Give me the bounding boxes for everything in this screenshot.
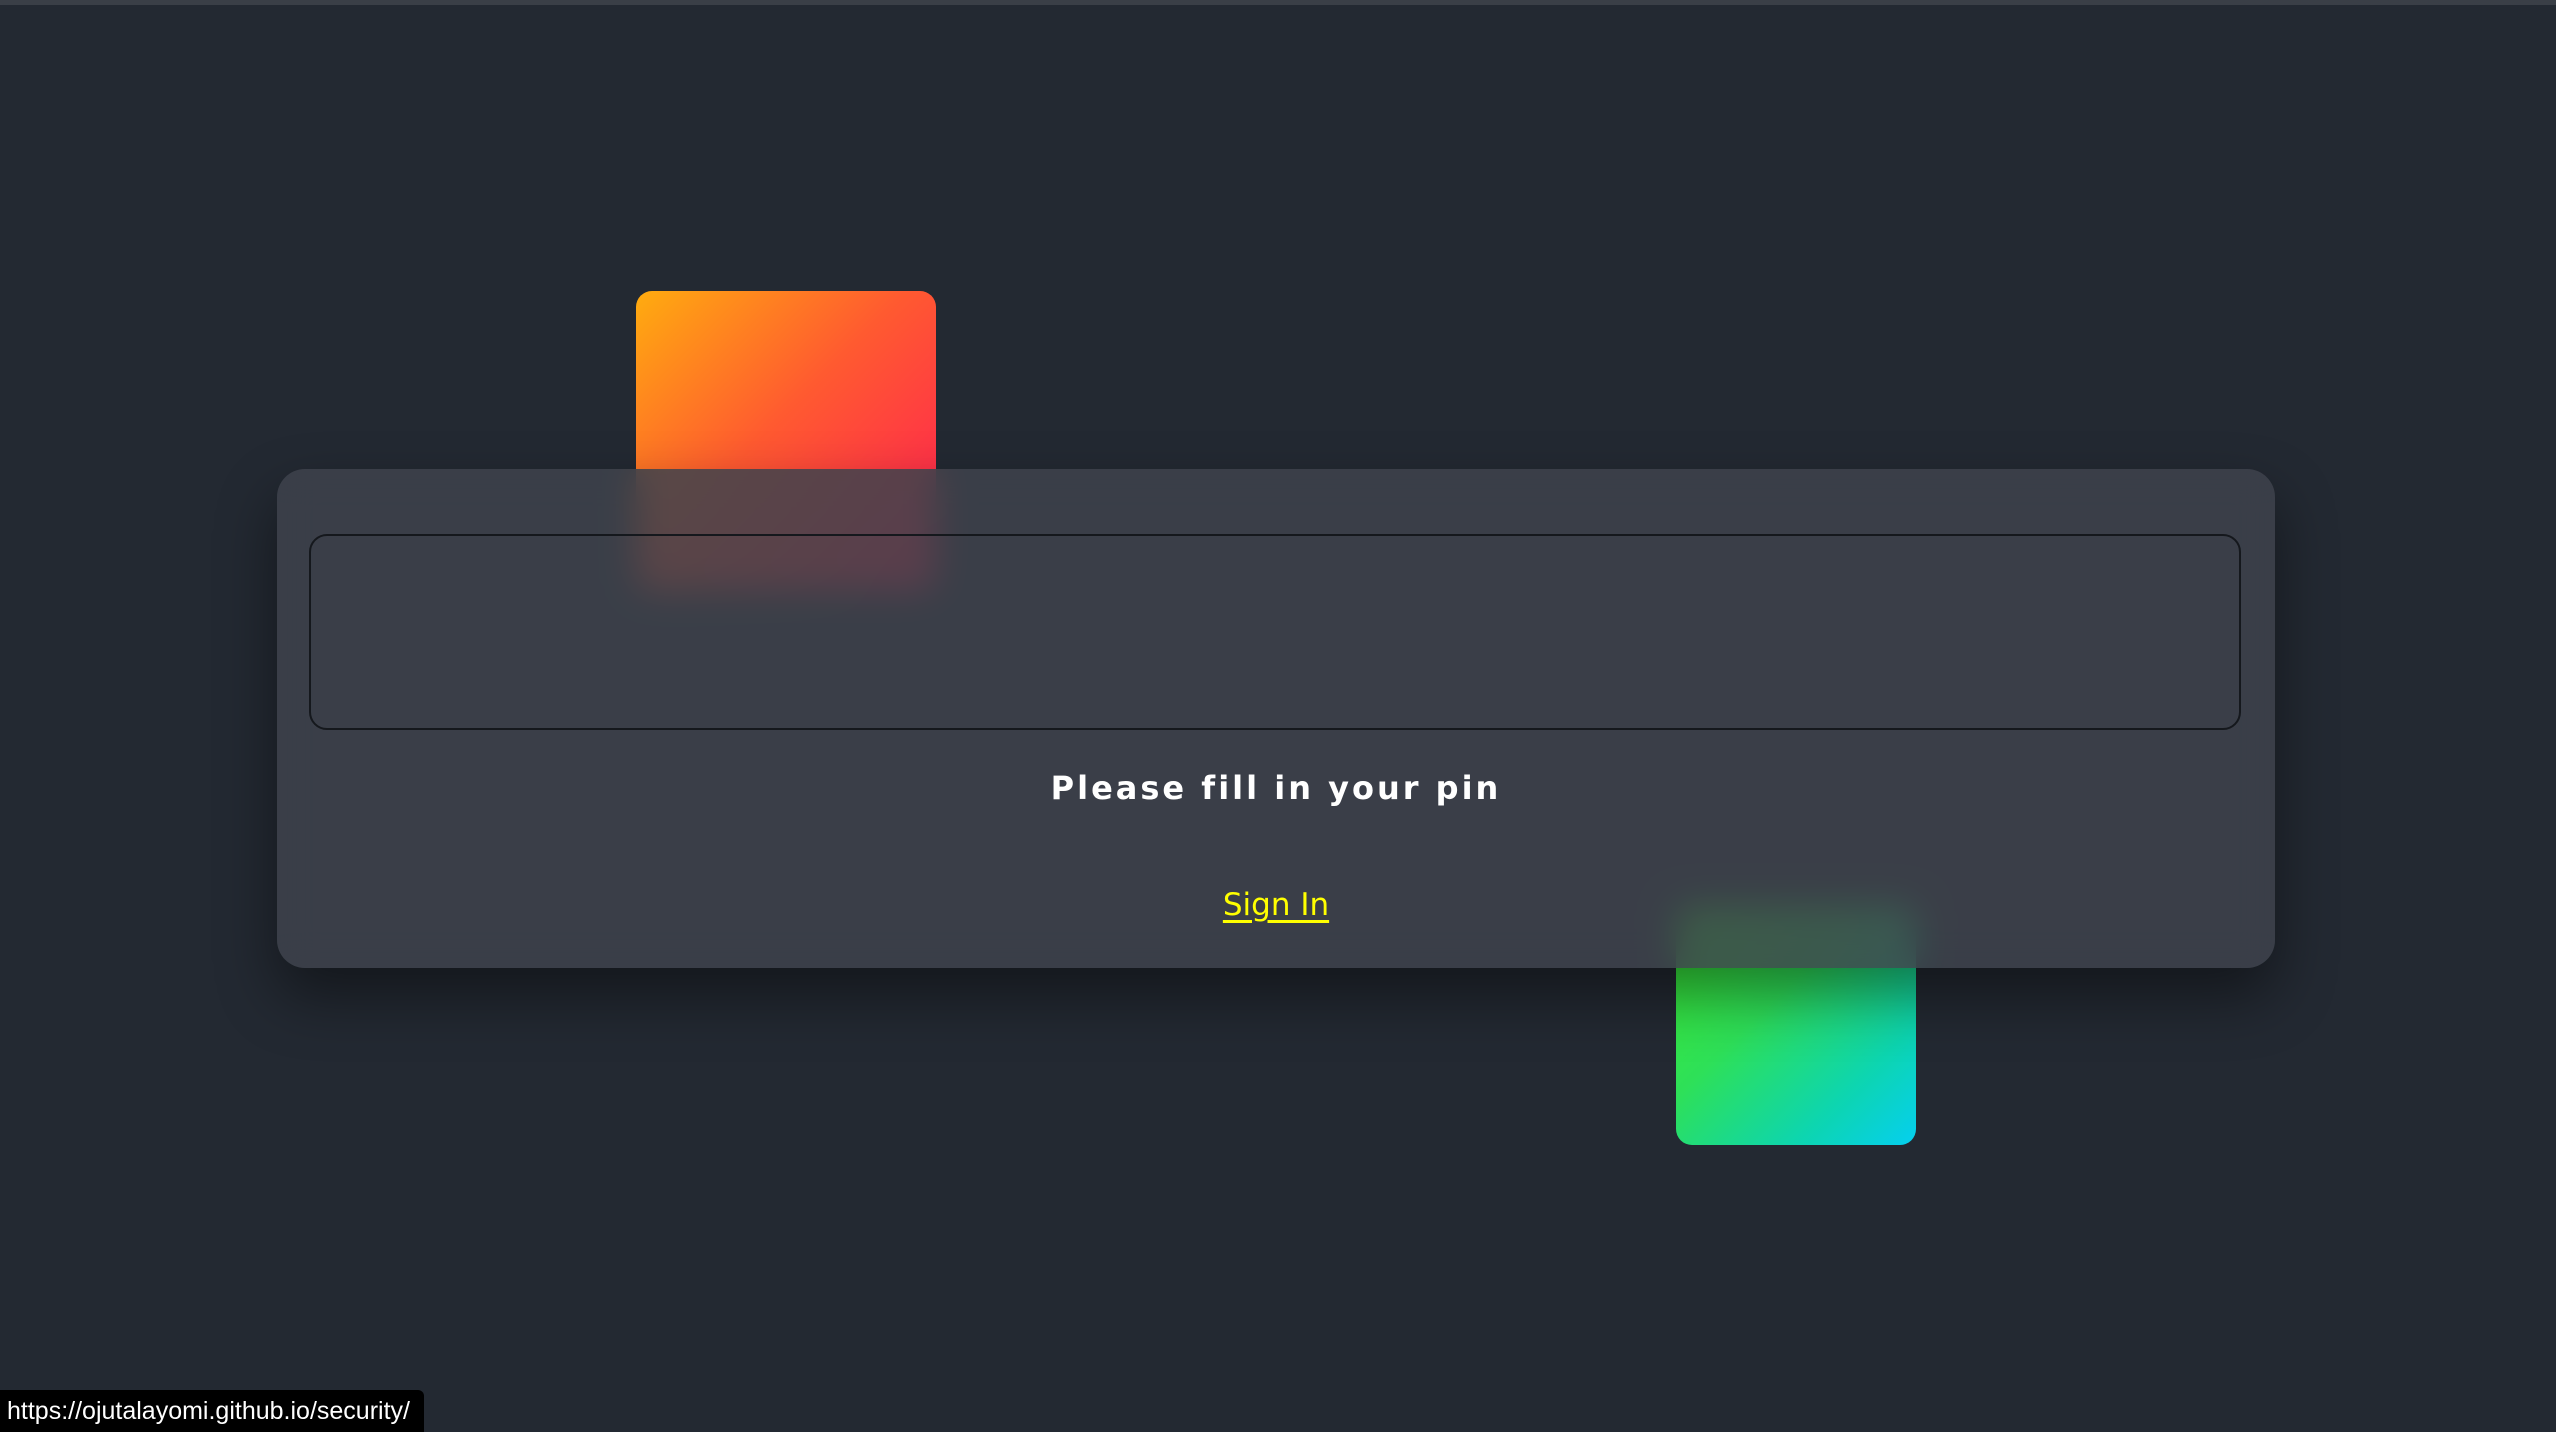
status-bar-url: https://ojutalayomi.github.io/security/: [0, 1390, 424, 1432]
signin-wrapper: Sign In: [277, 887, 2275, 923]
pin-card: Please fill in your pin Sign In: [277, 469, 2275, 968]
page-background: Please fill in your pin Sign In: [0, 0, 2556, 1432]
pin-input[interactable]: [309, 534, 2241, 730]
pin-hint-text: Please fill in your pin: [1050, 769, 1502, 807]
sign-in-link[interactable]: Sign In: [1223, 887, 1329, 923]
